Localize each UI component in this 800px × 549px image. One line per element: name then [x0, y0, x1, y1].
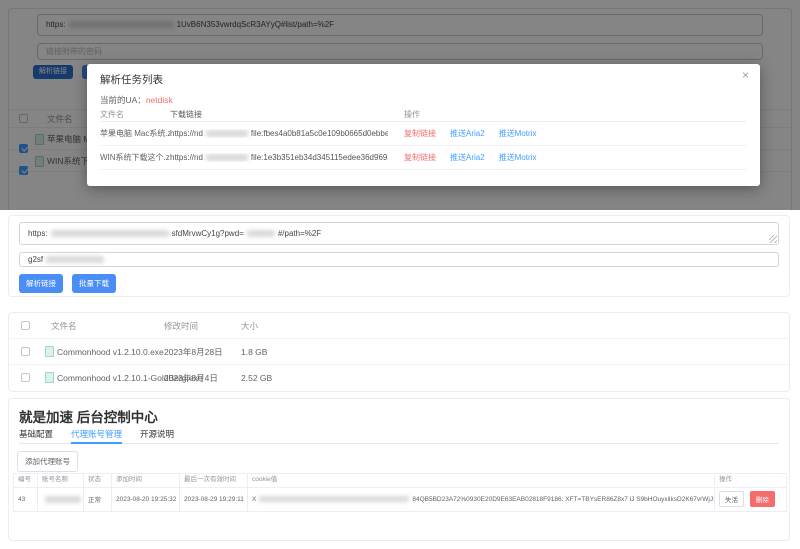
added-time: 2023-08-20 19:25:32 — [112, 487, 180, 511]
delete-button[interactable]: 删除 — [750, 491, 775, 507]
ua-label: 当前的UA： — [100, 95, 146, 105]
account-table: 编号 账号名称 状态 添加时间 最后一次有效时间 cookie值 操作 43 正… — [13, 473, 787, 512]
push-aria2-action[interactable]: 推送Aria2 — [450, 152, 485, 163]
account-name — [38, 487, 84, 511]
add-proxy-account-button[interactable]: 添加代理账号 — [17, 451, 78, 472]
file-icon — [45, 346, 54, 357]
modal-title: 解析任务列表 — [100, 72, 163, 87]
push-motrix-action[interactable]: 推送Motrix — [499, 128, 537, 139]
parse-link-button[interactable]: 解析链接 — [19, 274, 63, 293]
download-link: https://nd file:1e3b351eb34d345115edee36d… — [170, 153, 388, 162]
tab-bar: 基础配置 代理账号管理 开源说明 — [19, 426, 779, 444]
account-name-header: 账号名称 — [38, 474, 84, 488]
modified-date: 2023年8月28日 — [164, 339, 223, 365]
link-suffix: file:fbes4a0b81a5c0e109b0665d0ebbe50c?bk… — [251, 129, 388, 138]
file-size: 2.52 GB — [241, 365, 272, 391]
cookie-prefix: X — [252, 496, 256, 503]
cookie-visible: 84QB5BD23A72%0930E20D9E63EAB02818F9186; … — [412, 496, 714, 503]
link-prefix: https://nd — [170, 129, 203, 138]
resize-grip[interactable] — [769, 235, 777, 243]
ua-value: netdisk — [146, 95, 173, 105]
url-seg: https: — [28, 229, 48, 238]
batch-download-button[interactable]: 批量下载 — [72, 274, 116, 293]
modified-header: 修改时间 — [164, 313, 198, 339]
deactivate-button[interactable]: 失活 — [719, 491, 744, 507]
table-row[interactable]: Commonhood v1.2.10.0.exe 2023年8月28日 1.8 … — [9, 339, 789, 365]
file-list-card: 文件名 修改时间 大小 Commonhood v1.2.10.0.exe 202… — [8, 312, 790, 392]
parser-card: https: sfdMrvwCy1g?pwd= #/path=%2F g2sf 解析… — [8, 215, 790, 297]
row-actions: 复制链接 推送Aria2 推送Motrix — [388, 152, 746, 163]
row-checkbox[interactable] — [21, 347, 30, 356]
added-time-header: 添加时间 — [112, 474, 180, 488]
tab-basic-config[interactable]: 基础配置 — [19, 426, 53, 443]
row-checkbox[interactable] — [21, 373, 30, 382]
screen: https:1UvB6N353vwrdqScR3AYyQ#list/path=%… — [0, 0, 800, 549]
last-valid-time-header: 最后一次有效时间 — [180, 474, 248, 488]
filename: Commonhood v1.2.10.0.exe — [57, 339, 164, 365]
link-suffix: file:1e3b351eb34d345115edee36d9692iad?bk… — [251, 153, 388, 162]
redacted-text — [259, 496, 409, 502]
download-link-header: 下载链接 — [170, 109, 388, 120]
modified-date: 2023年8月4日 — [164, 365, 218, 391]
filename: 苹果电脑 Mac系统.zip — [100, 128, 170, 139]
table-header-row: 文件名 修改时间 大小 — [9, 313, 789, 339]
url-seg: #/path=%2F — [278, 229, 321, 238]
last-valid-time: 2023-08-29 19:29:11 — [180, 487, 248, 511]
redacted-text — [46, 256, 104, 263]
id-header: 编号 — [14, 474, 38, 488]
tab-open-source-notes[interactable]: 开源说明 — [140, 426, 174, 443]
url-seg: sfdMrvwCy1g?pwd= — [172, 229, 244, 238]
download-link: https://nd file:fbes4a0b81a5c0e109b0665d0… — [170, 129, 388, 138]
account-id: 43 — [14, 487, 38, 511]
redacted-text — [45, 496, 81, 503]
table-row[interactable]: Commonhood v1.2.10.1-GoldBerg.exe 2023年8… — [9, 365, 789, 391]
password-value: g2sf — [28, 255, 43, 264]
page-title: 就是加速 后台控制中心 — [19, 406, 158, 426]
row-actions: 复制链接 推送Aria2 推送Motrix — [388, 128, 746, 139]
account-status: 正常 — [84, 487, 112, 511]
copy-link-action[interactable]: 复制链接 — [404, 152, 436, 163]
share-password-input[interactable]: g2sf — [19, 252, 779, 267]
table-row: WIN系统下载这个.zip https://nd file:1e3b351eb34… — [100, 146, 746, 170]
redacted-text — [247, 230, 275, 237]
parse-task-modal: 解析任务列表 × 当前的UA：netdisk 文件名 下载链接 操作 苹果电脑 … — [87, 64, 760, 186]
table-header-row: 编号 账号名称 状态 添加时间 最后一次有效时间 cookie值 操作 — [14, 474, 787, 488]
filename: WIN系统下载这个.zip — [100, 152, 170, 163]
redacted-text — [206, 154, 248, 161]
redacted-text — [51, 230, 169, 237]
button-row: 解析链接 批量下载 — [19, 274, 116, 293]
actions-header: 操作 — [388, 109, 746, 120]
copy-link-action[interactable]: 复制链接 — [404, 128, 436, 139]
table-row: 苹果电脑 Mac系统.zip https://nd file:fbes4a0b81… — [100, 122, 746, 146]
file-size: 1.8 GB — [241, 339, 267, 365]
size-header: 大小 — [241, 313, 258, 339]
file-icon — [45, 372, 54, 383]
table-header-row: 文件名 下载链接 操作 — [100, 108, 746, 122]
admin-panel-card: 就是加速 后台控制中心 基础配置 代理账号管理 开源说明 添加代理账号 编号 账… — [8, 398, 790, 541]
tab-proxy-account-management[interactable]: 代理账号管理 — [71, 426, 122, 444]
share-url-textarea[interactable]: https: sfdMrvwCy1g?pwd= #/path=%2F — [19, 222, 779, 245]
close-icon[interactable]: × — [742, 69, 749, 81]
row-actions: 失活 删除 — [715, 487, 787, 511]
cookie-value: X 84QB5BD23A72%0930E20D9E63EAB02818F9186;… — [248, 487, 715, 511]
select-all-checkbox[interactable] — [21, 321, 30, 330]
actions-header: 操作 — [715, 474, 787, 488]
parse-result-table: 文件名 下载链接 操作 苹果电脑 Mac系统.zip https://nd fil… — [100, 108, 746, 170]
redacted-text — [206, 130, 248, 137]
filename-header: 文件名 — [51, 313, 77, 339]
link-prefix: https://nd — [170, 153, 203, 162]
push-motrix-action[interactable]: 推送Motrix — [499, 152, 537, 163]
dimmed-page-region: https:1UvB6N353vwrdqScR3AYyQ#list/path=%… — [0, 0, 800, 210]
cookie-header: cookie值 — [248, 474, 715, 488]
current-ua-line: 当前的UA：netdisk — [100, 94, 173, 106]
push-aria2-action[interactable]: 推送Aria2 — [450, 128, 485, 139]
status-header: 状态 — [84, 474, 112, 488]
filename-header: 文件名 — [100, 109, 170, 120]
table-row: 43 正常 2023-08-20 19:25:32 2023-08-29 19:… — [14, 487, 787, 511]
